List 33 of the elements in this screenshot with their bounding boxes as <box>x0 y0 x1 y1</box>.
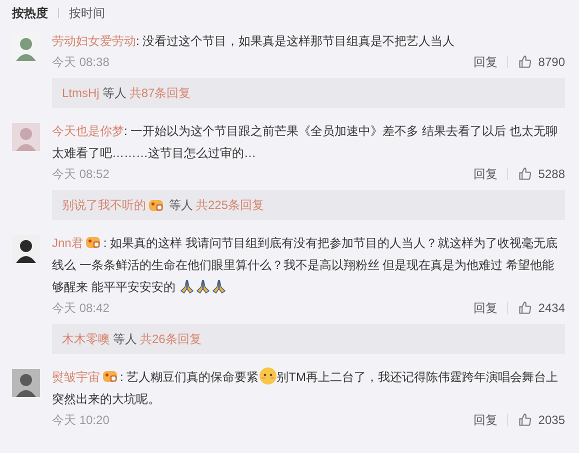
reply-link[interactable]: 回复 <box>473 53 498 71</box>
thumbs-up-icon[interactable] <box>518 55 532 69</box>
like-count: 2434 <box>538 300 565 317</box>
praying-hands-icon <box>194 278 211 294</box>
timestamp: 今天 08:38 <box>52 54 110 71</box>
comment-text: 今天也是你梦: 一开始以为这个节目跟之前芒果《全员加速中》差不多 结果去看了以后 也太无聊太难看了吧………这节目怎么过审的… <box>52 123 558 162</box>
like-count: 2035 <box>538 412 565 429</box>
timestamp: 今天 08:42 <box>52 300 110 317</box>
sort-tab[interactable]: 按时间 <box>69 4 105 22</box>
thumbs-up-icon[interactable] <box>518 167 532 181</box>
reply-link[interactable]: 回复 <box>473 165 498 183</box>
sort-tab[interactable]: 按热度 <box>12 4 48 22</box>
like-count: 5288 <box>538 166 565 183</box>
others-label: 等人 <box>113 331 137 348</box>
badge-icon <box>148 198 164 212</box>
badge-icon <box>102 369 118 383</box>
comment-text: 劳动妇女爱劳动: 没看过这个节目，如果真是这样那节目组真是不把艺人当人 <box>52 33 456 50</box>
thumbs-up-icon[interactable] <box>518 413 532 427</box>
others-label: 等人 <box>169 197 193 214</box>
timestamp: 今天 08:52 <box>52 166 110 183</box>
reply-link[interactable]: 回复 <box>473 411 498 429</box>
reply-link[interactable]: 回复 <box>473 299 498 317</box>
praying-hands-icon <box>178 278 195 294</box>
like-count: 8790 <box>538 54 565 71</box>
comment-text: Jnn君 : 如果真的这样 我请问节目组到底有没有把参加节目的人当人？就这样为了收视毫无底线么 一条条鲜活的生命在他们眼里算什么？我不是高以翔粉丝 但是现在真是为他难过 希望他能够醒来 能平平安安安的 <box>52 234 558 296</box>
smiley-icon <box>258 367 277 385</box>
badge-icon <box>85 235 102 249</box>
timestamp: 今天 10:20 <box>52 412 110 429</box>
comment-text: 熨皱宇宙 : 艺人糊豆们真的保命要紧 别TM再上二台了，我还记得陈伟霆跨年演唱会舞台上突然出来的大坑呢。 <box>52 366 565 410</box>
praying-hands-icon <box>210 278 227 294</box>
avatar-icon[interactable] <box>12 235 40 263</box>
others-label: 等人 <box>102 85 126 102</box>
thumbs-up-icon[interactable] <box>518 301 532 315</box>
